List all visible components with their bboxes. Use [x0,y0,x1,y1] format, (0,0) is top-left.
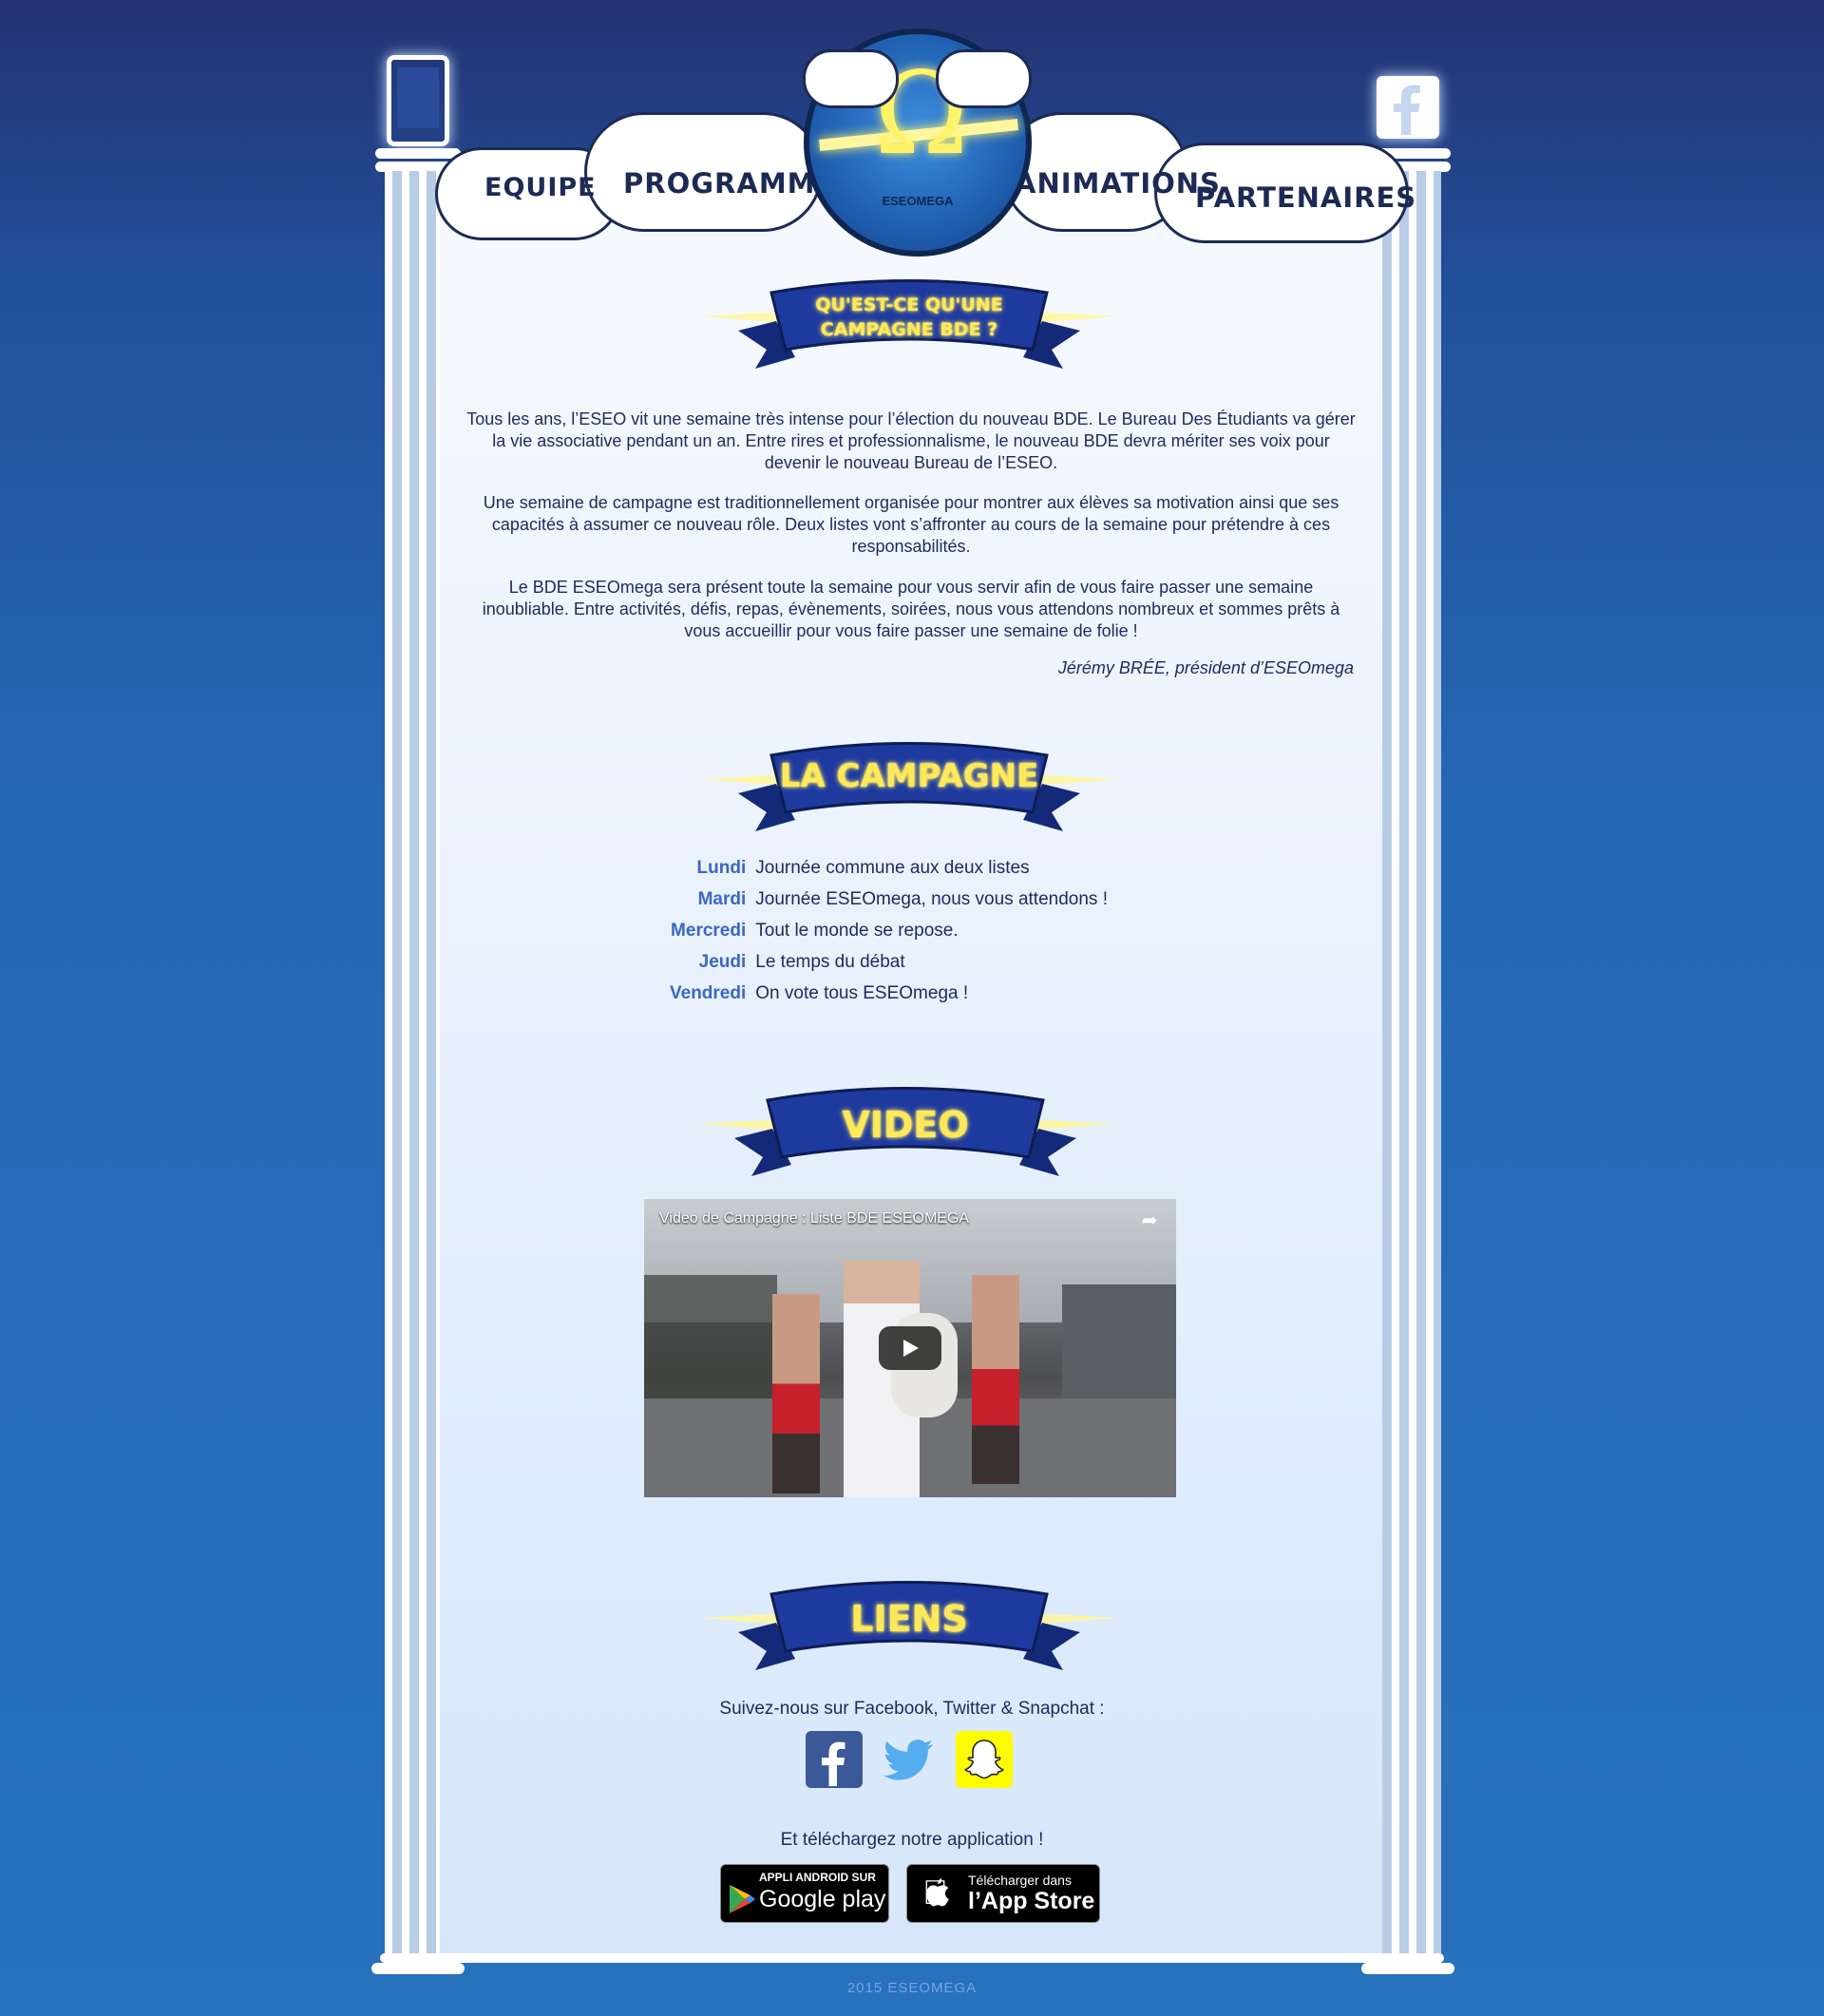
nav-equipe[interactable]: EQUIPE [484,173,597,202]
banner-campagne-bde-line2: CAMPAGNE BDE ? [820,319,998,340]
schedule-desc: Tout le monde se repose. [755,921,959,941]
app-store-top: Télécharger dans [968,1873,1072,1888]
video-person-left [772,1294,820,1493]
schedule-day: Mardi [697,889,747,909]
intro-p2: Une semaine de campagne est traditionnel… [483,493,1340,556]
banner-campagne-bde-line1: QU'EST-CE QU'UNE [815,295,1003,315]
app-store-bottom: l’App Store [968,1888,1095,1914]
schedule-row: Mardi Journée ESEOmega, nous vous attendo… [665,884,1112,915]
play-icon [903,1340,919,1357]
follow-text: Suivez-nous sur Facebook, Twitter & Snap… [719,1699,1105,1719]
google-play-icon [730,1885,755,1913]
schedule-desc: Journée ESEOmega, nous vous attendons ! [755,889,1108,909]
schedule-day: Vendredi [670,983,747,1003]
google-play-button[interactable]: APPLI ANDROID SUR Google play [720,1864,889,1923]
banner-liens-title: LIENS [850,1598,968,1640]
intro-p3: Le BDE ESEOmega sera présent toute la se… [482,578,1340,640]
video-player[interactable]: Video de Campagne : Liste BDE ESEOMEGA ➦ [644,1199,1176,1497]
tablet-icon[interactable] [387,55,449,146]
nav-programme[interactable]: PROGRAMME [623,167,835,200]
footer-text: 2015 ESEOMEGA [846,1980,978,1996]
apple-logo-shape [926,1878,949,1907]
twitter-button[interactable] [880,1731,937,1788]
schedule-row: Jeudi Le temps du débat [665,946,1112,978]
logo-cloud-right [936,49,1032,108]
schedule-desc: On vote tous ESEOmega ! [755,983,969,1003]
nav-animations[interactable]: ANIMATIONS [1015,167,1221,200]
facebook-icon [822,1741,846,1787]
video-person-right [972,1275,1019,1484]
schedule-row: Mercredi Tout le monde se repose. [665,915,1112,946]
share-icon[interactable]: ➦ [1138,1208,1161,1231]
schedule-day: Jeudi [698,952,747,972]
signature: Jérémy BRÉE, président d’ESEOmega [1057,658,1354,677]
intro-p1: Tous les ans, l’ESEO vit une semaine trè… [466,409,1356,472]
app-store-button[interactable]:  Télécharger dans l’App Store [906,1864,1100,1923]
schedule-row: Vendredi On vote tous ESEOmega ! [665,978,1112,1009]
schedule-table: Lundi Journée commune aux deux listes Mar… [665,852,1112,1009]
schedule-desc: Journée commune aux deux listes [755,858,1030,878]
video-title-overlay[interactable]: Video de Campagne : Liste BDE ESEOMEGA [659,1210,969,1227]
video-house [1062,1284,1176,1417]
snapchat-button[interactable] [956,1731,1013,1788]
play-button[interactable] [879,1326,941,1370]
schedule-row: Lundi Journée commune aux deux listes [665,852,1112,884]
banner-liens: LIENS [700,1575,1118,1670]
banner-video: VIDEO [696,1081,1114,1176]
schedule-desc: Le temps du débat [755,952,905,972]
logo-cloud-left [803,49,899,108]
schedule-day: Lundi [696,858,747,878]
snapchat-icon [964,1740,1004,1779]
nav-partenaires[interactable]: PARTENAIRES [1195,181,1416,214]
facebook-button[interactable] [806,1731,863,1788]
banner-la-campagne: LA CAMPAGNE [700,736,1118,831]
banner-campagne-bde: QU'EST-CE QU'UNE CAMPAGNE BDE ? [700,274,1118,369]
logo-text: ESEOMEGA [882,194,954,208]
download-text: Et téléchargez notre application ! [780,1830,1044,1850]
twitter-icon [884,1739,933,1780]
schedule-day: Mercredi [671,921,747,941]
facebook-corner-icon[interactable] [1377,76,1439,139]
floor [380,1953,1444,1963]
banner-video-title: VIDEO [842,1104,969,1146]
google-play-bottom: Google play [759,1886,886,1912]
banner-la-campagne-title: LA CAMPAGNE [779,757,1039,795]
google-play-top: APPLI ANDROID SUR [759,1871,876,1884]
